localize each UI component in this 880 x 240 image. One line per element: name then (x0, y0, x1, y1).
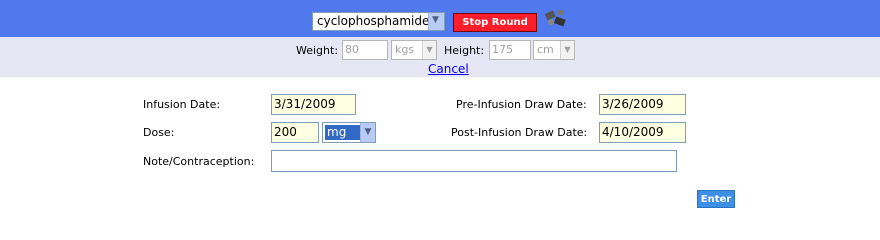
post-draw-date-label: Post-Infusion Draw Date: (451, 126, 588, 139)
stop-round-button[interactable]: Stop Round (453, 13, 537, 32)
weight-unit-select[interactable]: kgs ▼ (391, 40, 437, 60)
dose-label: Dose: (143, 126, 175, 139)
chevron-down-icon: ▼ (422, 41, 436, 59)
infusion-date-label: Infusion Date: (143, 98, 221, 111)
chevron-down-icon[interactable]: ▼ (428, 13, 444, 30)
height-input[interactable]: 175 (489, 40, 531, 60)
weight-label: Weight: (296, 44, 339, 57)
weight-input[interactable]: 80 (342, 40, 388, 60)
height-unit-select[interactable]: cm ▼ (533, 40, 575, 60)
tools-icon[interactable] (543, 8, 569, 30)
top-toolbar: cyclophosphamide ▼ Stop Round (0, 0, 880, 37)
post-draw-date-field[interactable]: 4/10/2009 (599, 122, 686, 143)
dose-unit-select[interactable]: mg ▼ (322, 122, 376, 143)
pre-draw-date-field[interactable]: 3/26/2009 (599, 94, 686, 115)
drug-select[interactable]: cyclophosphamide ▼ (312, 12, 445, 31)
drug-select-value: cyclophosphamide (317, 14, 430, 28)
infusion-date-field[interactable]: 3/31/2009 (271, 94, 356, 115)
height-unit-value: cm (537, 43, 554, 56)
height-label: Height: (444, 44, 485, 57)
weight-unit-value: kgs (395, 43, 415, 56)
pre-draw-date-label: Pre-Infusion Draw Date: (456, 98, 587, 111)
note-field[interactable] (271, 150, 677, 172)
chevron-down-icon: ▼ (560, 41, 574, 59)
cancel-link[interactable]: Cancel (428, 62, 469, 76)
dose-field[interactable]: 200 (271, 122, 319, 143)
enter-button[interactable]: Enter (697, 190, 735, 208)
note-label: Note/Contraception: (143, 155, 255, 168)
chevron-down-icon: ▼ (360, 123, 375, 142)
dose-unit-value: mg (325, 125, 361, 140)
